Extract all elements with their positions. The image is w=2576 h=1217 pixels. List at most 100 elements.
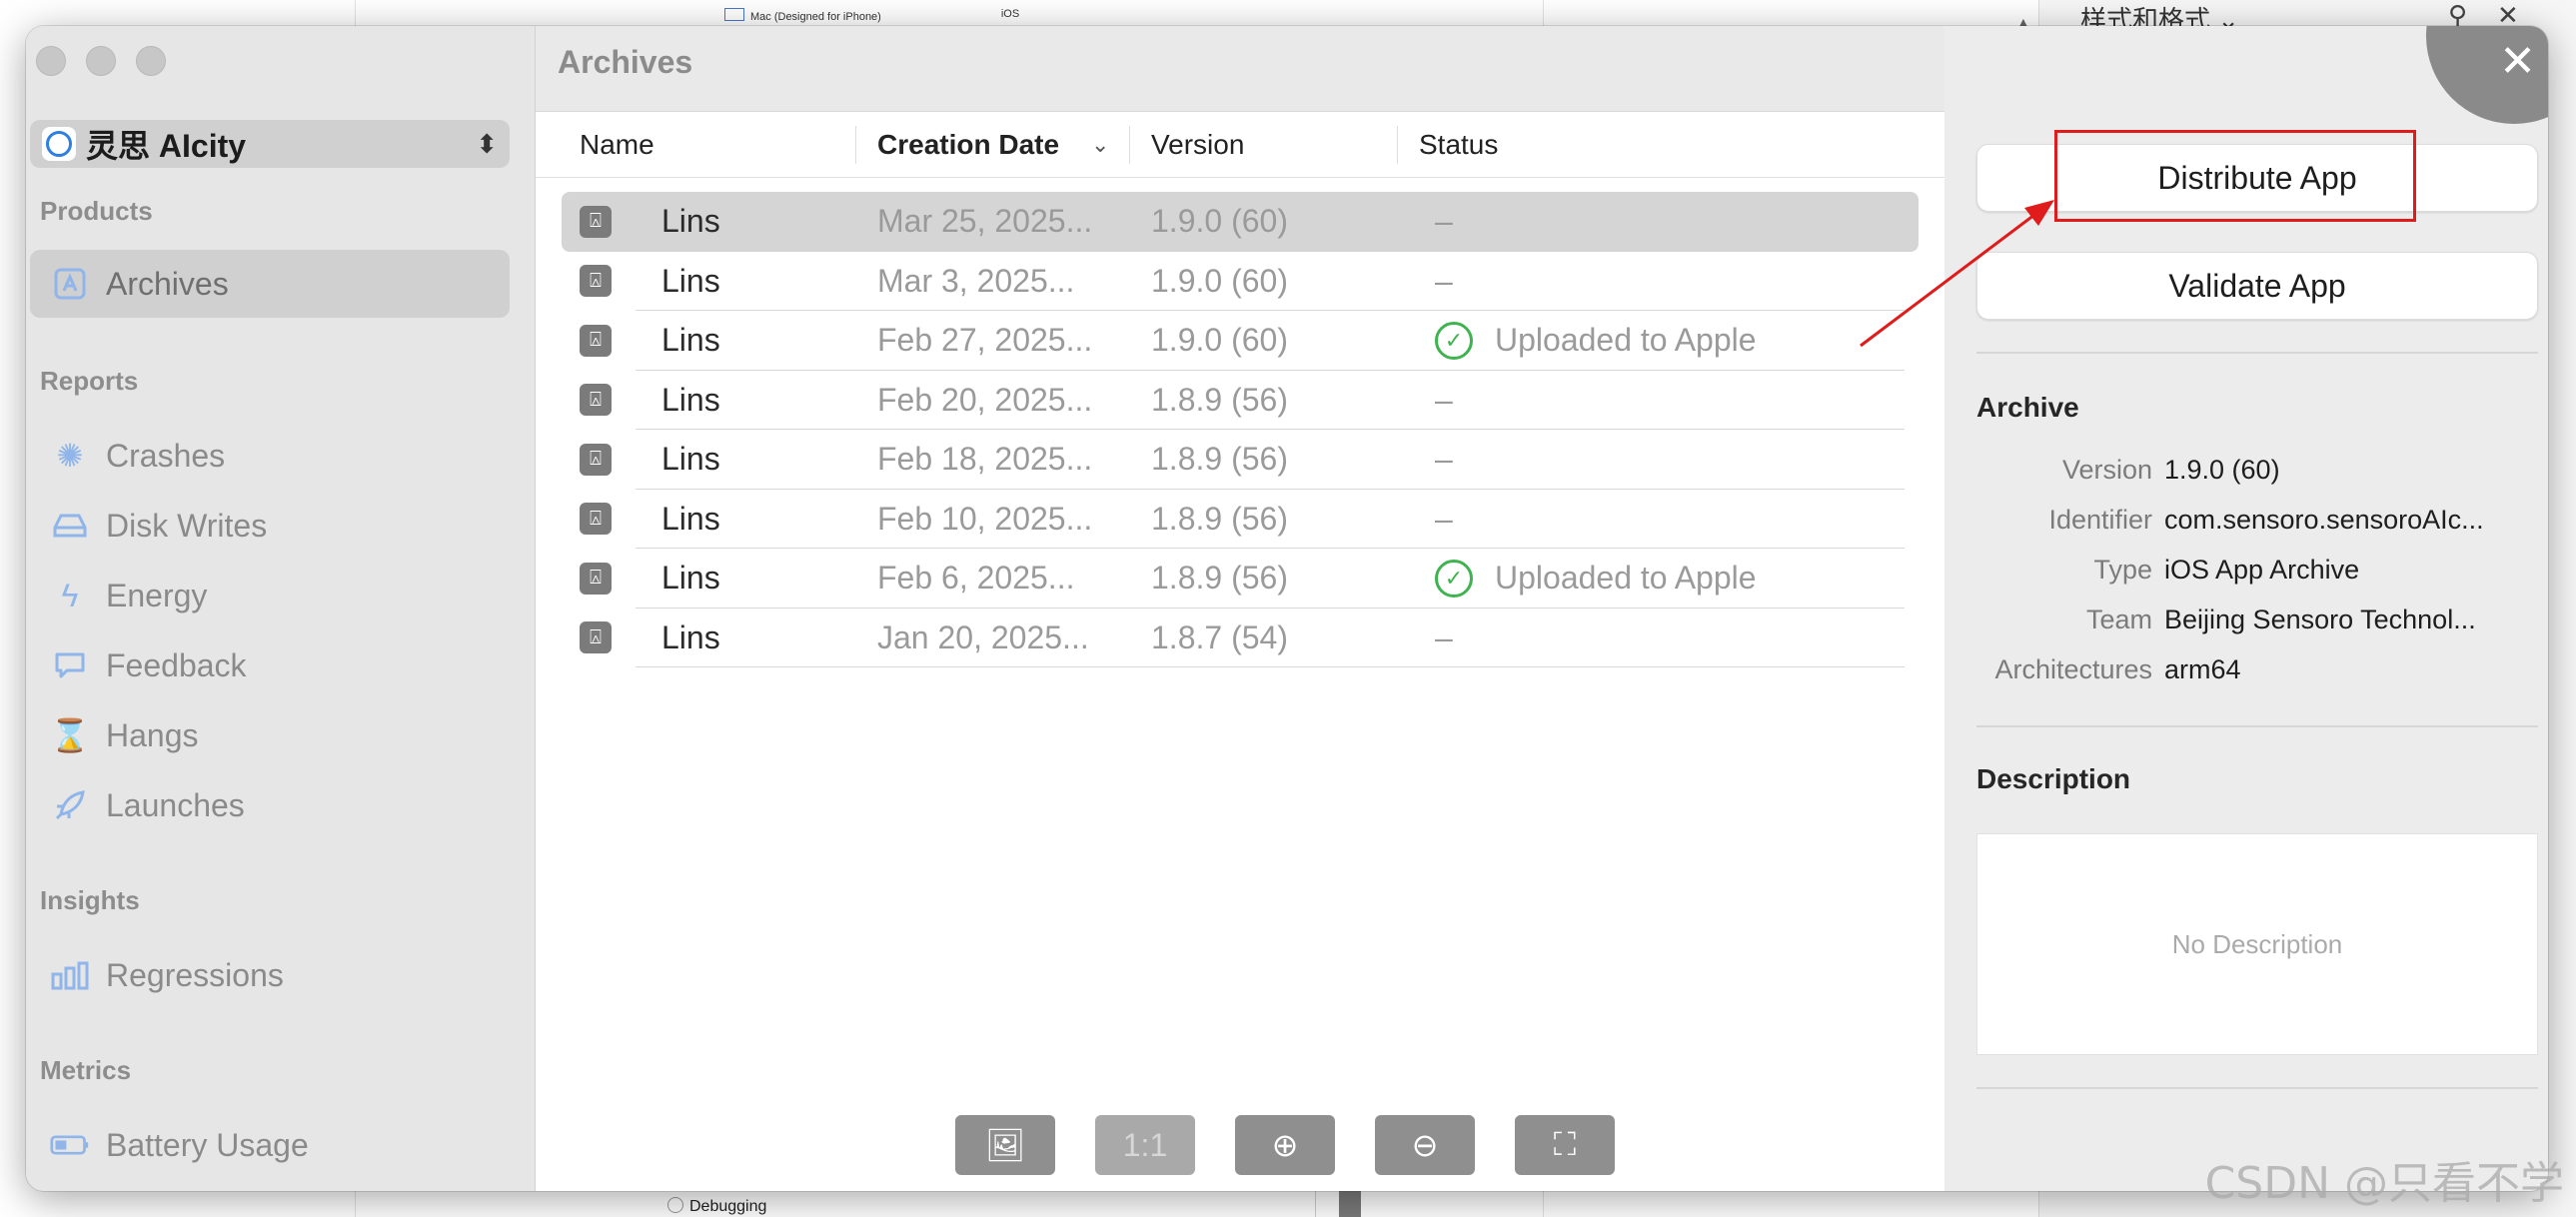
- column-separator: [1129, 126, 1130, 164]
- section-reports: Reports: [40, 366, 139, 396]
- archive-date: Feb 6, 2025...: [877, 560, 1075, 597]
- archive-name: Lins: [661, 618, 720, 655]
- validate-app-button[interactable]: Validate App: [1976, 252, 2538, 320]
- archive-version: 1.8.7 (54): [1151, 618, 1288, 655]
- archive-version: 1.9.0 (60): [1151, 322, 1288, 359]
- sidebar-item-label: Battery Usage: [106, 1126, 309, 1163]
- description-heading: Description: [1976, 763, 2131, 794]
- status-text: –: [1435, 500, 1453, 537]
- sidebar-item-label: Disk Writes: [106, 507, 268, 544]
- sidebar-item-hangs[interactable]: ⌛ Hangs: [30, 701, 510, 769]
- checkmark-circle-icon: ✓: [1435, 321, 1473, 360]
- background-divider: [1315, 1189, 1316, 1217]
- archive-team-row: Team Beijing Sensoro Technol...: [1944, 600, 2548, 639]
- table-row[interactable]: ⍓ Lins Feb 6, 2025... 1.8.9 (56) ✓ Upload…: [536, 549, 1944, 608]
- table-row[interactable]: ⍓ Lins Jan 20, 2025... 1.8.7 (54) –: [536, 608, 1944, 668]
- window-controls: [36, 46, 166, 76]
- archive-architectures-row: Architectures arm64: [1944, 649, 2548, 689]
- sidebar-item-label: Regressions: [106, 956, 284, 993]
- app-icon: [42, 127, 76, 161]
- table-row[interactable]: ⍓ Lins Mar 3, 2025... 1.9.0 (60) –: [536, 252, 1944, 312]
- column-header-name[interactable]: Name: [580, 129, 654, 161]
- archive-name: Lins: [661, 322, 720, 359]
- app-selector[interactable]: 灵思 AIcity ⬍: [30, 120, 510, 168]
- sidebar-item-feedback[interactable]: Feedback: [30, 631, 510, 699]
- close-icon[interactable]: ✕: [2499, 36, 2536, 87]
- sidebar-item-disk-writes[interactable]: Disk Writes: [30, 492, 510, 560]
- table-row[interactable]: ⍓ Lins Feb 18, 2025... 1.8.9 (56) –: [536, 430, 1944, 490]
- sidebar-item-regressions[interactable]: Regressions: [30, 941, 510, 1009]
- sidebar-item-label: Energy: [106, 577, 208, 613]
- archive-file-icon: ⍓: [580, 384, 612, 417]
- table-row[interactable]: ⍓ Lins Feb 20, 2025... 1.8.9 (56) –: [536, 371, 1944, 431]
- app-name: 灵思 AIcity: [86, 128, 247, 164]
- image-toolbar: 🖼 1:1 ⊕ ⊖ ⛶: [955, 1115, 1615, 1175]
- archive-status: –: [1435, 501, 1453, 538]
- archive-file-icon: ⍓: [580, 621, 612, 654]
- column-header-status[interactable]: Status: [1419, 129, 1498, 161]
- sidebar-item-label: Archives: [106, 265, 229, 302]
- chevron-updown-icon: ⬍: [476, 128, 498, 159]
- annotation-highlight-box: [2054, 130, 2416, 222]
- archive-version: 1.9.0 (60): [1151, 203, 1288, 240]
- archive-status: ✓ Uploaded to Apple: [1435, 321, 1757, 360]
- archive-key: Team: [2085, 604, 2152, 634]
- archive-version: 1.8.9 (56): [1151, 441, 1288, 478]
- background-mac-label: Mac (Designed for iPhone): [724, 8, 881, 23]
- archive-file-icon: ⍓: [580, 443, 612, 476]
- section-metrics: Metrics: [40, 1055, 132, 1085]
- sidebar-item-launches[interactable]: Launches: [30, 771, 510, 839]
- column-header-creation-date[interactable]: Creation Date: [877, 129, 1059, 161]
- background-ios-label: iOS: [1000, 8, 1020, 20]
- zoom-out-icon[interactable]: ⊖: [1375, 1115, 1475, 1175]
- page-title: Archives: [536, 26, 1944, 112]
- description-field[interactable]: No Description: [1976, 833, 2538, 1055]
- sort-chevron-down-icon[interactable]: ⌄: [1091, 132, 1109, 158]
- status-text: –: [1435, 381, 1453, 418]
- sidebar-item-archives[interactable]: Archives: [30, 250, 510, 318]
- archive-date: Feb 18, 2025...: [877, 441, 1093, 478]
- close-window-button[interactable]: [36, 46, 66, 76]
- archive-key: Architectures: [1994, 653, 2152, 684]
- status-text: Uploaded to Apple: [1495, 322, 1757, 359]
- divider: [1976, 1087, 2538, 1089]
- archive-type-row: Type iOS App Archive: [1944, 550, 2548, 590]
- column-header-version[interactable]: Version: [1151, 129, 1244, 161]
- archive-version-row: Version 1.9.0 (60): [1944, 450, 2548, 490]
- archive-file-icon: ⍓: [580, 265, 612, 298]
- sidebar-item-label: Feedback: [106, 646, 247, 683]
- fit-screen-icon[interactable]: ⛶: [1515, 1115, 1615, 1175]
- table-header: Name Creation Date ⌄ Version Status: [536, 112, 1944, 178]
- sidebar-item-energy[interactable]: ϟ Energy: [30, 562, 510, 629]
- image-edit-icon[interactable]: 🖼: [955, 1115, 1055, 1175]
- archive-status: –: [1435, 382, 1453, 419]
- background-debugging-item: Debugging: [667, 1197, 766, 1216]
- watermark: CSDN @只看不学: [2204, 1158, 2564, 1209]
- description-placeholder: No Description: [2171, 928, 2343, 959]
- archive-key: Version: [2061, 454, 2152, 485]
- background-scrollbar: [1339, 1189, 1361, 1217]
- archive-date: Feb 10, 2025...: [877, 500, 1093, 537]
- table-row[interactable]: ⍓ Lins Feb 27, 2025... 1.9.0 (60) ✓ Uploa…: [536, 311, 1944, 371]
- column-separator: [1397, 126, 1398, 164]
- archive-file-icon: ⍓: [580, 562, 612, 595]
- archive-status: –: [1435, 441, 1453, 478]
- disk-icon: [50, 506, 90, 546]
- sidebar-item-crashes[interactable]: ✺ Crashes: [30, 422, 510, 490]
- status-text: Uploaded to Apple: [1495, 560, 1757, 597]
- actual-size-button[interactable]: 1:1: [1095, 1115, 1195, 1175]
- battery-icon: [50, 1125, 90, 1165]
- divider: [1976, 725, 2538, 727]
- sidebar-item-battery-usage[interactable]: Battery Usage: [30, 1111, 510, 1179]
- chart-icon: [50, 955, 90, 995]
- zoom-in-icon[interactable]: ⊕: [1235, 1115, 1335, 1175]
- table-row[interactable]: ⍓ Lins Feb 10, 2025... 1.8.9 (56) –: [536, 490, 1944, 550]
- table-row[interactable]: ⍓ Lins Mar 25, 2025... 1.9.0 (60) –: [562, 192, 1919, 252]
- archive-status: –: [1435, 263, 1453, 300]
- minimize-window-button[interactable]: [86, 46, 116, 76]
- status-text: –: [1435, 618, 1453, 655]
- zoom-window-button[interactable]: [136, 46, 166, 76]
- sidebar-item-label: Hangs: [106, 716, 199, 753]
- archive-value: iOS App Archive: [2164, 554, 2360, 585]
- energy-icon: ϟ: [61, 577, 79, 613]
